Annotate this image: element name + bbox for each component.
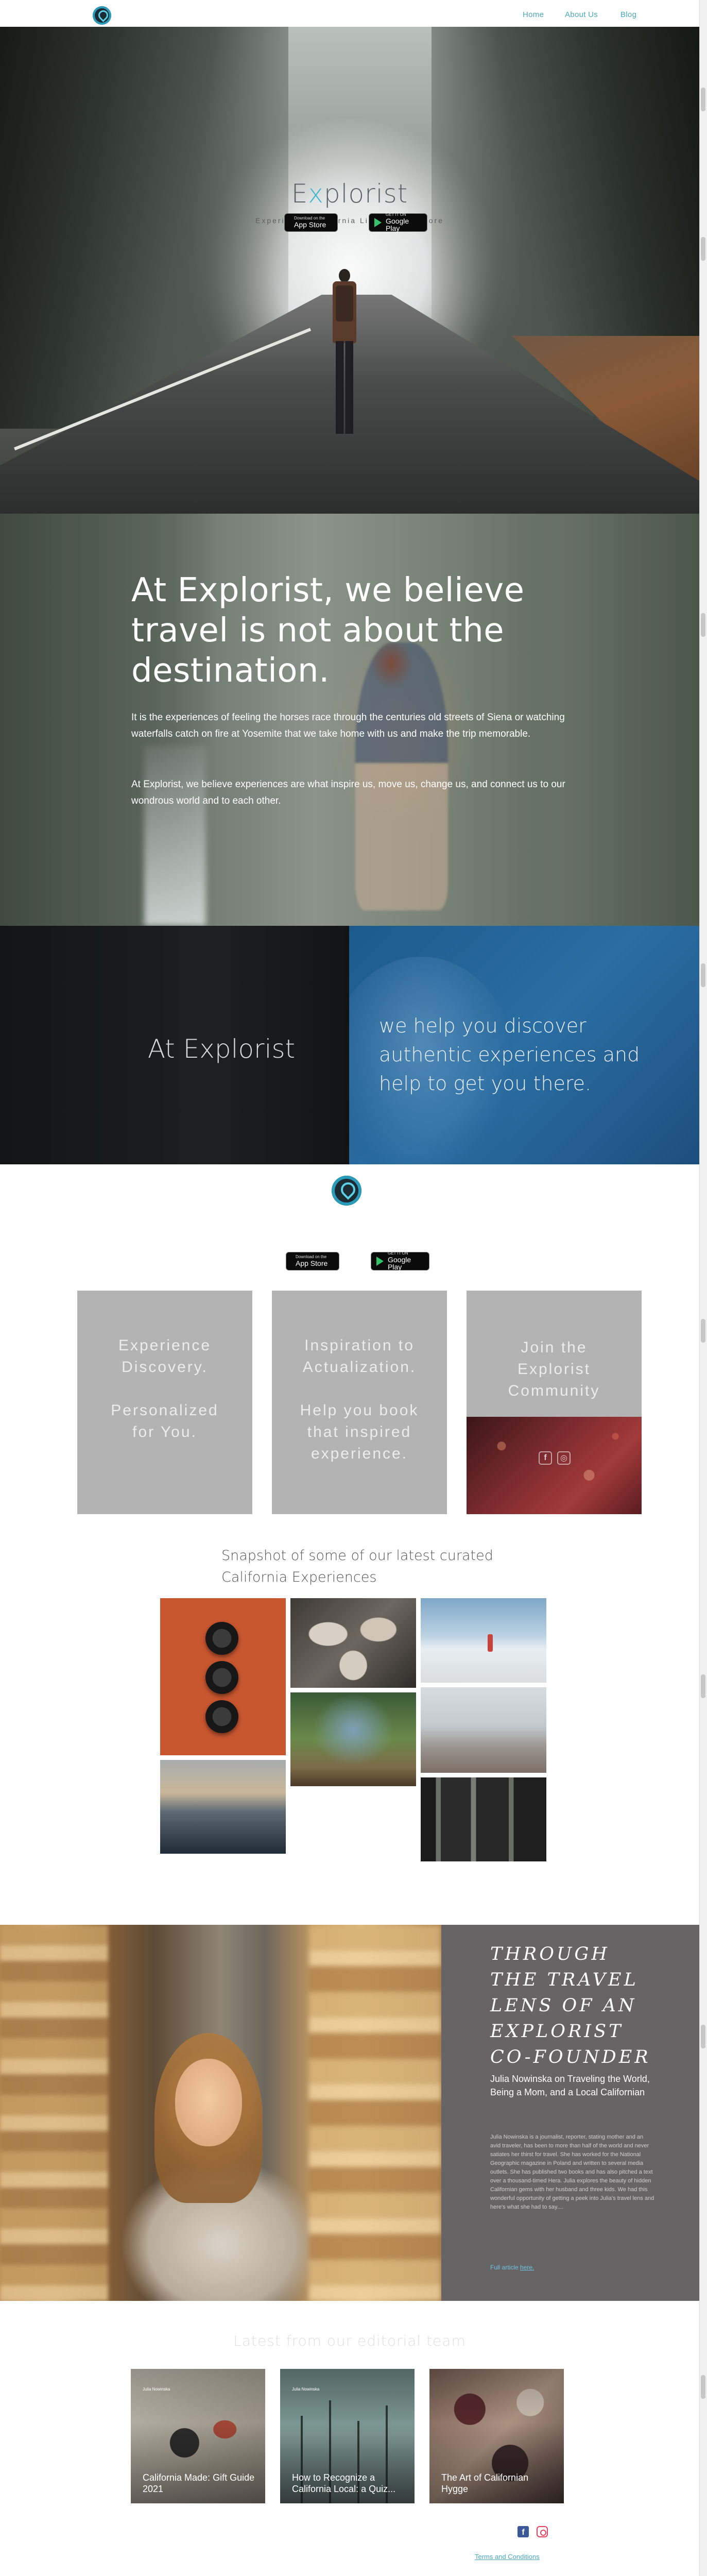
card-text: Help you book bbox=[300, 1402, 419, 1419]
founder-more: Full article here. bbox=[490, 2264, 534, 2271]
belief-paragraph-2: At Explorist, we believe experiences are… bbox=[131, 779, 565, 806]
card-text: Join the bbox=[521, 1339, 588, 1356]
card-discovery[interactable]: Experience Discovery. Personalized for Y… bbox=[77, 1291, 252, 1514]
scrollbar-thumb[interactable] bbox=[701, 963, 705, 987]
scrollbar-thumb[interactable] bbox=[701, 1674, 705, 1698]
scrollbar-thumb[interactable] bbox=[701, 2375, 705, 2399]
belief-paragraph-1: It is the experiences of feeling the hor… bbox=[131, 712, 565, 739]
gallery-photo-yoga[interactable] bbox=[421, 1687, 546, 1773]
gallery-photo-cups[interactable] bbox=[160, 1598, 286, 1755]
mission-right-text: we help you discover authentic experienc… bbox=[379, 1014, 640, 1095]
card-text: experience. bbox=[311, 1445, 408, 1462]
card-text: for You. bbox=[132, 1423, 197, 1440]
waterfall bbox=[144, 745, 206, 926]
scrollbar-thumb[interactable] bbox=[701, 2025, 705, 2048]
gallery-photo-forest-path[interactable] bbox=[290, 1692, 416, 1786]
scrollbar-thumb[interactable] bbox=[701, 88, 705, 111]
belief-heading: At Explorist, we believe travel is not a… bbox=[131, 571, 525, 690]
nav-blog-link[interactable]: Blog bbox=[620, 10, 636, 19]
page: Home About Us Blog Explorist Experience … bbox=[0, 0, 707, 2576]
card-text: Experience bbox=[118, 1337, 212, 1354]
google-play-icon bbox=[374, 218, 382, 227]
mission-left-panel: At Explorist bbox=[0, 926, 349, 1164]
explorist-logo-icon bbox=[332, 1176, 361, 1206]
hero-section: Explorist Experience California Like Nev… bbox=[0, 27, 699, 514]
community-image bbox=[467, 1417, 642, 1514]
gallery-photo-redwoods[interactable] bbox=[421, 1777, 546, 1861]
founder-photo bbox=[0, 1925, 441, 2301]
founder-panel: THROUGH THE TRAVEL LENS OF AN EXPLORIST … bbox=[441, 1925, 699, 2301]
facebook-icon[interactable]: f bbox=[518, 2526, 529, 2537]
card-text: Community bbox=[508, 1382, 600, 1399]
scrollbar[interactable] bbox=[699, 0, 707, 2576]
card-text: Discovery. bbox=[122, 1359, 208, 1376]
site-header: Home About Us Blog bbox=[0, 0, 699, 27]
scrollbar-thumb[interactable] bbox=[701, 613, 705, 637]
nav-home-link[interactable]: Home bbox=[523, 10, 544, 19]
scrollbar-thumb[interactable] bbox=[701, 1319, 705, 1343]
facebook-icon[interactable]: f bbox=[539, 1451, 552, 1465]
gallery-photo-oysters[interactable] bbox=[290, 1598, 416, 1688]
google-play-button[interactable]: GET IT ON Google Play bbox=[371, 1251, 429, 1271]
post-author: Julia Nowinska bbox=[143, 2387, 170, 2392]
card-text: that inspired bbox=[307, 1423, 412, 1440]
mission-split: At Explorist we help you discover authen… bbox=[0, 926, 699, 1164]
terms-link[interactable]: Terms and Conditions bbox=[475, 2553, 540, 2561]
hero-subtitle: Experience California Like Never Before bbox=[255, 216, 444, 225]
scrollbar-thumb[interactable] bbox=[701, 237, 705, 261]
card-text: Personalized bbox=[111, 1402, 219, 1419]
mission-right-panel: we help you discover authentic experienc… bbox=[349, 926, 699, 1164]
gallery-photo-surfer[interactable] bbox=[160, 1760, 286, 1854]
editorial-title: Latest from our editorial team bbox=[233, 2332, 466, 2349]
post-title[interactable]: California Made: Gift Guide 2021 bbox=[143, 2472, 256, 2495]
founder-section: THROUGH THE TRAVEL LENS OF AN EXPLORIST … bbox=[0, 1925, 699, 2301]
founder-subheading: Julia Nowinska on Traveling the World, B… bbox=[490, 2074, 650, 2097]
post-card[interactable]: The Art of Californian Hygge bbox=[429, 2369, 564, 2503]
post-author: Julia Nowinska bbox=[292, 2387, 320, 2392]
gallery-photo-beach[interactable] bbox=[421, 1598, 546, 1683]
hero-title: Explorist bbox=[291, 179, 408, 209]
post-card[interactable]: Julia Nowinska How to Recognize a Califo… bbox=[280, 2369, 415, 2503]
founder-body: Julia Nowinska is a journalist, reporter… bbox=[490, 2134, 654, 2210]
full-article-link[interactable]: here. bbox=[520, 2264, 534, 2271]
app-store-button[interactable]: Download on the App Store bbox=[284, 213, 338, 232]
snapshot-title: Snapshot of some of our latest curated C… bbox=[221, 1548, 493, 1585]
card-text: Explorist bbox=[517, 1361, 591, 1378]
post-title[interactable]: The Art of Californian Hygge bbox=[441, 2472, 555, 2495]
google-play-icon bbox=[376, 1257, 384, 1266]
hero-traveler bbox=[330, 269, 359, 439]
post-card[interactable]: Julia Nowinska California Made: Gift Gui… bbox=[131, 2369, 265, 2503]
nav-about-link[interactable]: About Us bbox=[565, 10, 598, 19]
card-text: Actualization. bbox=[302, 1359, 417, 1376]
founder-heading: THROUGH THE TRAVEL LENS OF AN EXPLORIST … bbox=[490, 1944, 651, 2067]
instagram-icon[interactable]: ◎ bbox=[557, 1451, 571, 1465]
instagram-icon[interactable] bbox=[537, 2526, 548, 2537]
card-text: Inspiration to bbox=[304, 1337, 415, 1354]
explorist-logo-icon[interactable] bbox=[93, 6, 111, 25]
card-community[interactable]: Join the Explorist Community f ◎ bbox=[467, 1291, 642, 1514]
post-title[interactable]: How to Recognize a California Local: a Q… bbox=[292, 2472, 405, 2495]
google-play-button[interactable]: GET IT ON Google Play bbox=[369, 212, 427, 232]
belief-section: At Explorist, we believe travel is not a… bbox=[0, 514, 699, 926]
card-inspiration[interactable]: Inspiration to Actualization. Help you b… bbox=[272, 1291, 447, 1514]
app-store-button[interactable]: Download on the App Store bbox=[286, 1252, 339, 1270]
